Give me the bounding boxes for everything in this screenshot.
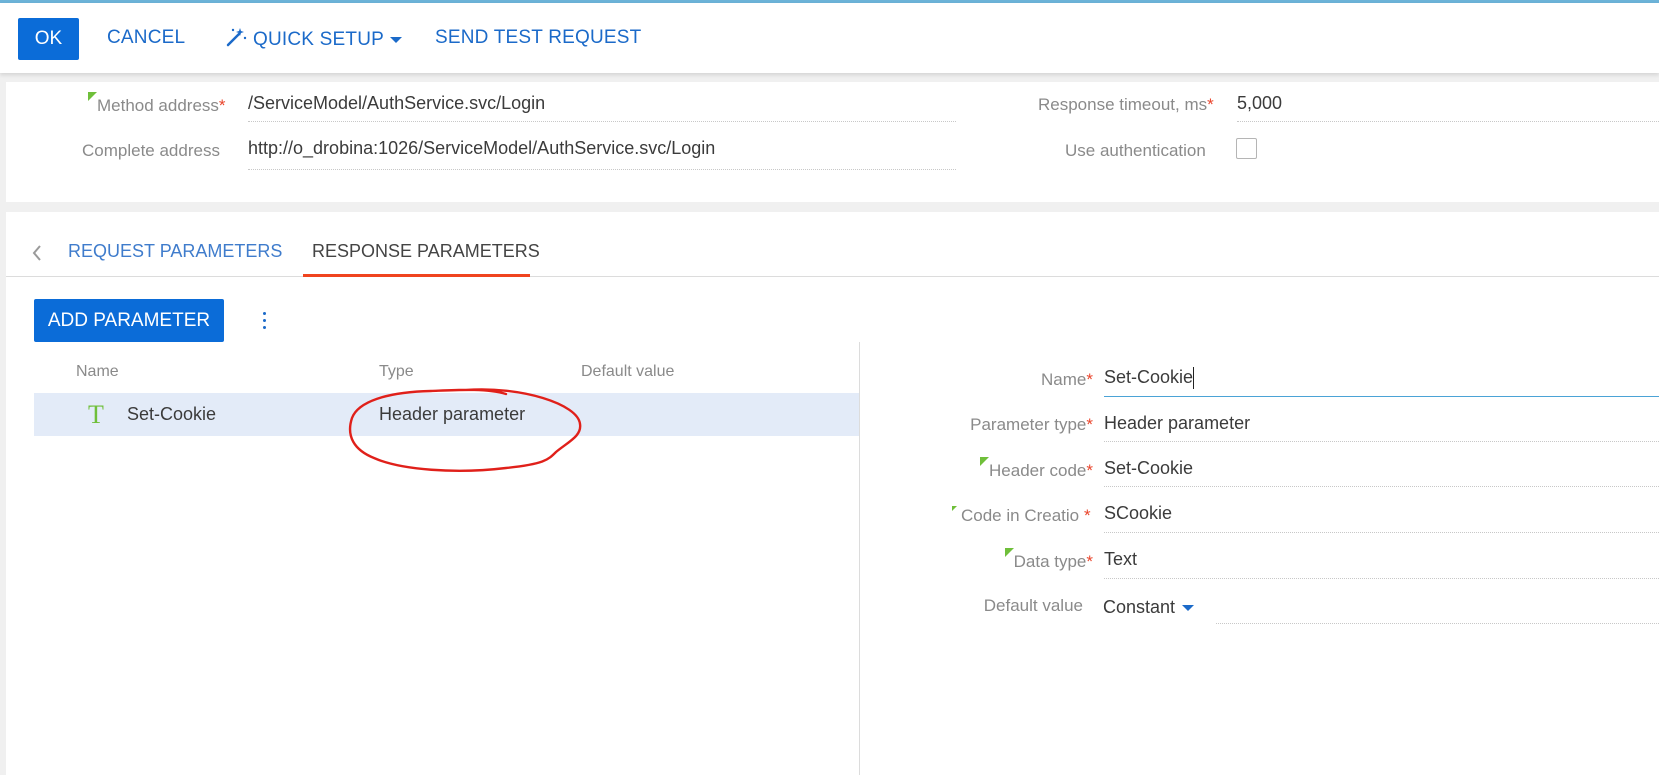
column-header-name[interactable]: Name: [76, 363, 119, 381]
default-value-field[interactable]: [1216, 623, 1659, 624]
add-parameter-button[interactable]: ADD PARAMETER: [34, 299, 224, 342]
default-value-type-dropdown[interactable]: Constant: [1103, 597, 1195, 618]
grid-details-divider: [859, 342, 860, 775]
more-actions-icon[interactable]: [258, 310, 270, 332]
ok-button[interactable]: OK: [18, 18, 79, 60]
column-header-type[interactable]: Type: [379, 363, 414, 381]
row-type-cell: Header parameter: [379, 404, 526, 424]
chevron-down-icon: [1182, 605, 1195, 612]
data-type-label: Data type*: [1004, 548, 1093, 572]
header-code-label: Header code*: [980, 457, 1093, 481]
data-type-underline: [1104, 578, 1659, 579]
code-in-creatio-underline: [1104, 532, 1659, 533]
text-type-icon: T: [88, 400, 104, 429]
name-field-underline: [1104, 396, 1659, 397]
chevron-down-icon: [390, 36, 402, 43]
active-tab-indicator: [303, 274, 530, 277]
default-value-label: Default value: [983, 596, 1083, 615]
response-timeout-underline: [1237, 121, 1659, 122]
code-in-creatio-field[interactable]: SCookie: [1104, 503, 1172, 524]
parameter-type-field[interactable]: Header parameter: [1104, 413, 1250, 434]
localizable-flag-icon: [88, 92, 97, 101]
complete-address-underline: [248, 169, 956, 170]
method-address-underline: [248, 121, 956, 122]
tabs-divider: [6, 276, 1659, 277]
header-code-underline: [1104, 486, 1659, 487]
chevron-left-icon[interactable]: [31, 244, 43, 262]
magic-wand-icon: [226, 28, 247, 47]
name-field-input[interactable]: Set-Cookie: [1104, 367, 1195, 390]
cancel-button[interactable]: CANCEL: [107, 27, 185, 49]
header-code-field[interactable]: Set-Cookie: [1104, 458, 1193, 479]
code-in-creatio-required-mark: *: [1084, 506, 1091, 525]
response-timeout-label: Response timeout, ms*: [1038, 95, 1214, 114]
text-cursor: [1193, 367, 1195, 390]
tab-response-parameters[interactable]: RESPONSE PARAMETERS: [312, 241, 540, 262]
parameter-type-underline: [1104, 441, 1659, 442]
column-header-default-value[interactable]: Default value: [581, 363, 674, 381]
localizable-flag-icon: [1004, 548, 1014, 557]
quick-setup-label: QUICK SETUP: [253, 29, 384, 50]
method-address-label: Method address*: [88, 92, 226, 116]
parameter-type-label: Parameter type*: [970, 415, 1093, 434]
use-authentication-checkbox[interactable]: [1236, 138, 1257, 159]
method-address-field[interactable]: /ServiceModel/AuthService.svc/Login: [248, 93, 545, 114]
use-authentication-label: Use authentication: [1065, 141, 1206, 160]
localizable-flag-icon: [952, 506, 961, 511]
tab-request-parameters[interactable]: REQUEST PARAMETERS: [68, 241, 282, 262]
response-timeout-field[interactable]: 5,000: [1237, 93, 1282, 114]
localizable-flag-icon: [980, 457, 990, 466]
code-in-creatio-label: Code in Creatio: [952, 506, 1090, 526]
parameters-panel: [6, 212, 1659, 775]
data-type-field[interactable]: Text: [1104, 549, 1137, 570]
name-field-label: Name*: [1041, 370, 1093, 389]
complete-address-field[interactable]: http://o_drobina:1026/ServiceModel/AuthS…: [248, 138, 715, 159]
complete-address-label: Complete address: [82, 141, 220, 160]
toolbar: OK CANCEL QUICK SETUP SEND TEST REQUEST: [0, 3, 1659, 73]
send-test-request-button[interactable]: SEND TEST REQUEST: [435, 27, 641, 49]
row-name-cell: Set-Cookie: [127, 404, 217, 424]
quick-setup-button[interactable]: QUICK SETUP: [225, 27, 402, 51]
